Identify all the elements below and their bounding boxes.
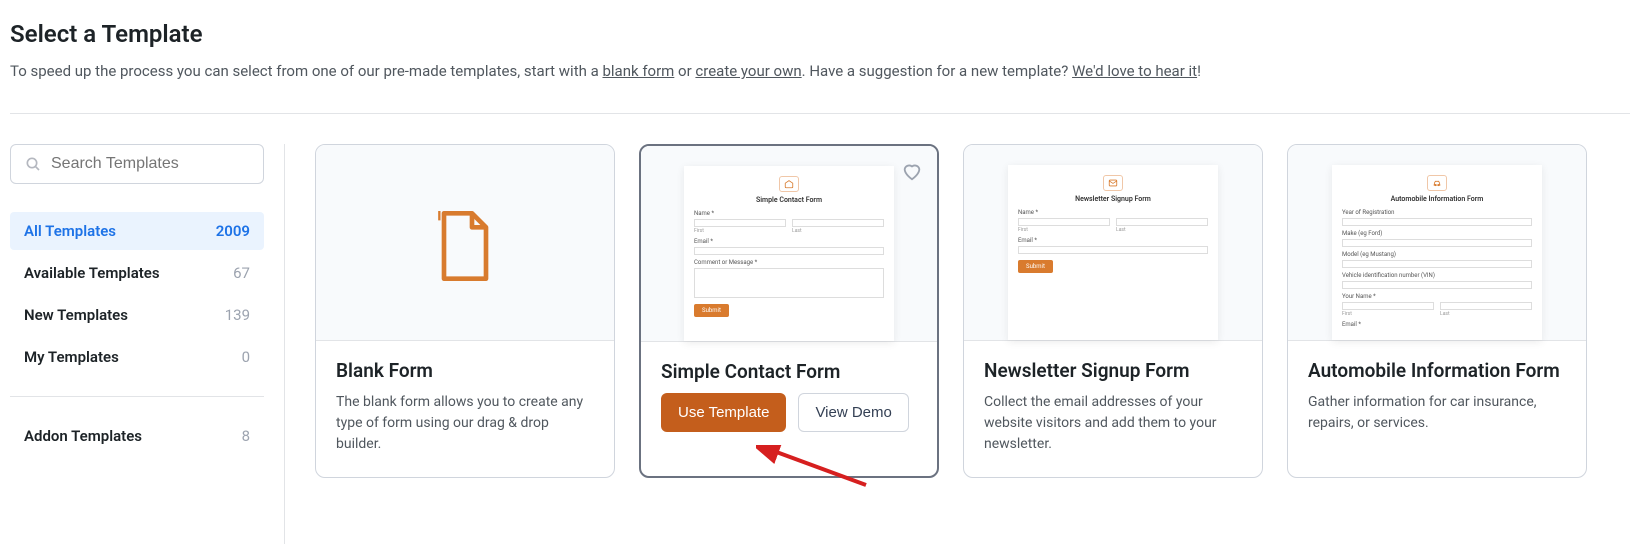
sidebar: All Templates 2009 Available Templates 6… [10,144,285,544]
sidebar-item-label: All Templates [24,222,116,240]
sidebar-item-count: 8 [242,427,250,445]
template-card-simple-contact[interactable]: Simple Contact Form Name * First Last Em… [639,144,939,478]
sidebar-item-label: Addon Templates [24,427,142,445]
card-preview [316,145,614,340]
form-preview-thumbnail: Automobile Information Form Year of Regi… [1332,165,1542,340]
page-intro: To speed up the process you can select f… [10,60,1630,83]
sidebar-item-count: 67 [233,264,250,282]
use-template-button[interactable]: Use Template [661,393,786,432]
card-description: Gather information for car insurance, re… [1308,392,1566,434]
suggest-link[interactable]: We'd love to hear it [1072,62,1197,80]
blank-form-link[interactable]: blank form [602,62,674,80]
sidebar-separator [10,396,264,397]
card-description: The blank form allows you to create any … [336,392,594,455]
template-card-newsletter[interactable]: Newsletter Signup Form Name * First Last… [963,144,1263,478]
search-box[interactable] [10,144,264,184]
card-description: Collect the email addresses of your webs… [984,392,1242,455]
sidebar-item-all-templates[interactable]: All Templates 2009 [10,212,264,250]
template-card-automobile[interactable]: Automobile Information Form Year of Regi… [1287,144,1587,478]
sidebar-item-count: 2009 [216,222,250,240]
search-icon [25,156,41,172]
sidebar-item-count: 0 [242,348,250,366]
card-preview: Newsletter Signup Form Name * First Last… [964,145,1262,340]
view-demo-button[interactable]: View Demo [798,393,908,432]
sidebar-item-label: Available Templates [24,264,160,282]
form-preview-thumbnail: Newsletter Signup Form Name * First Last… [1008,165,1218,340]
sidebar-item-my-templates[interactable]: My Templates 0 [10,338,264,376]
template-card-blank[interactable]: Blank Form The blank form allows you to … [315,144,615,478]
form-preview-thumbnail: Simple Contact Form Name * First Last Em… [684,166,894,341]
card-title: Blank Form [336,359,594,382]
page-title: Select a Template [10,20,1630,48]
card-title: Automobile Information Form [1308,359,1566,382]
create-own-link[interactable]: create your own [695,62,801,80]
blank-form-icon [437,211,493,281]
sidebar-item-label: My Templates [24,348,119,366]
header-divider [10,113,1630,114]
sidebar-item-available-templates[interactable]: Available Templates 67 [10,254,264,292]
favorite-toggle[interactable] [901,160,923,186]
heart-icon [901,160,923,182]
card-preview: Simple Contact Form Name * First Last Em… [641,146,937,341]
search-input[interactable] [51,155,249,173]
card-preview: Automobile Information Form Year of Regi… [1288,145,1586,340]
sidebar-item-count: 139 [225,306,250,324]
sidebar-item-new-templates[interactable]: New Templates 139 [10,296,264,334]
sidebar-item-addon-templates[interactable]: Addon Templates 8 [10,417,264,455]
main-content: Blank Form The blank form allows you to … [315,144,1630,544]
card-title: Simple Contact Form [661,360,917,383]
card-title: Newsletter Signup Form [984,359,1242,382]
sidebar-item-label: New Templates [24,306,128,324]
